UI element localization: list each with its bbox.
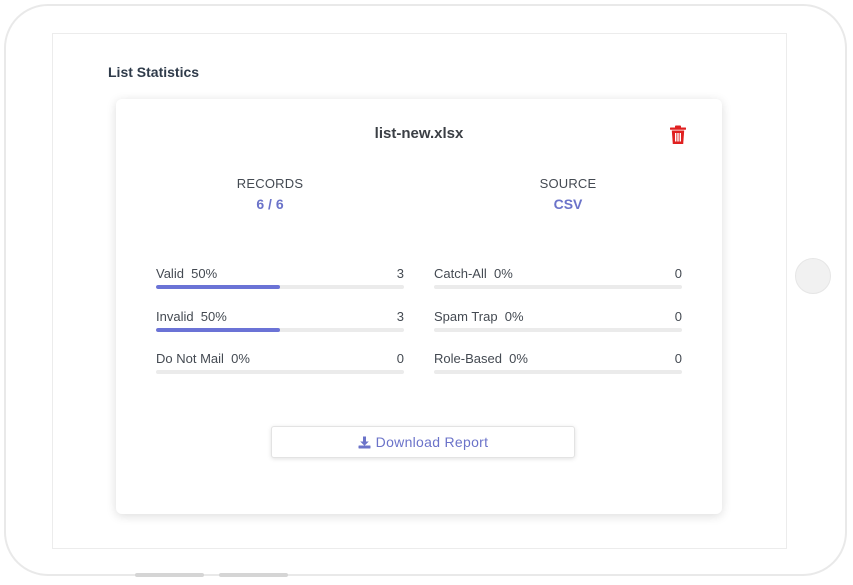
download-report-label: Download Report	[375, 434, 489, 450]
trash-icon	[670, 125, 686, 144]
list-stats-card: list-new.xlsx RECORDS 6 / 6 SOURCE CSV V…	[116, 99, 722, 514]
metric-role-based: Role-Based 0% 0	[434, 351, 682, 375]
metric-count: 3	[396, 309, 404, 324]
metric-label: Valid 50%	[156, 266, 218, 281]
source-value: CSV	[553, 196, 583, 212]
progress-track	[156, 285, 404, 289]
delete-button[interactable]	[669, 125, 687, 145]
section-title: List Statistics	[108, 64, 200, 80]
metric-do-not-mail: Do Not Mail 0% 0	[156, 351, 404, 375]
download-icon	[358, 436, 371, 448]
metric-count: 3	[396, 266, 404, 281]
records-label: RECORDS	[236, 176, 304, 191]
metric-label: Invalid 50%	[156, 309, 227, 324]
source-label: SOURCE	[539, 176, 597, 191]
metric-invalid: Invalid 50% 3	[156, 309, 404, 333]
metric-count: 0	[674, 351, 682, 366]
progress-track	[156, 370, 404, 374]
progress-track	[434, 328, 682, 332]
records-value: 6 / 6	[256, 196, 284, 212]
tablet-side-key	[219, 573, 288, 577]
metric-label: Do Not Mail 0%	[156, 351, 250, 366]
metric-count: 0	[674, 266, 682, 281]
metric-catch-all: Catch-All 0% 0	[434, 266, 682, 290]
source-stat: SOURCE CSV	[468, 176, 668, 212]
progress-track	[434, 370, 682, 374]
progress-track	[156, 328, 404, 332]
progress-fill	[156, 328, 280, 332]
metric-label: Catch-All 0%	[434, 266, 513, 281]
file-name: list-new.xlsx	[374, 125, 464, 142]
metric-valid: Valid 50% 3	[156, 266, 404, 290]
metric-count: 0	[396, 351, 404, 366]
progress-track	[434, 285, 682, 289]
download-report-button[interactable]: Download Report	[271, 426, 575, 458]
metric-spam-trap: Spam Trap 0% 0	[434, 309, 682, 333]
tablet-side-key	[135, 573, 204, 577]
tablet-home-button	[795, 258, 831, 294]
metric-label: Role-Based 0%	[434, 351, 528, 366]
progress-fill	[156, 285, 280, 289]
metric-label: Spam Trap 0%	[434, 309, 524, 324]
metric-count: 0	[674, 309, 682, 324]
records-stat: RECORDS 6 / 6	[170, 176, 370, 212]
